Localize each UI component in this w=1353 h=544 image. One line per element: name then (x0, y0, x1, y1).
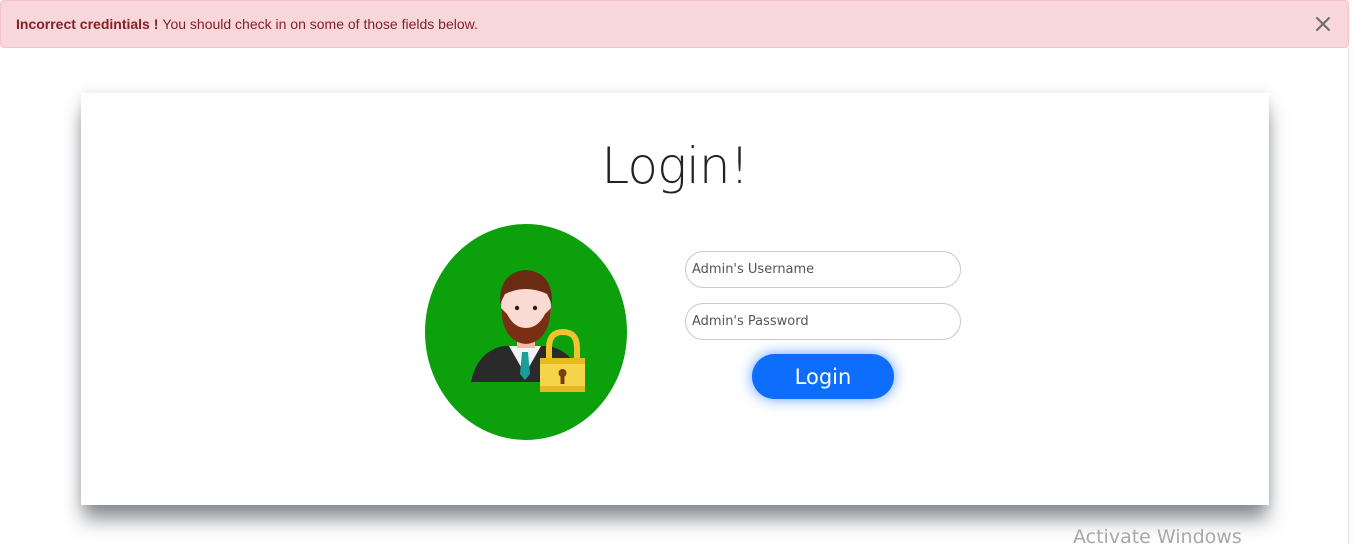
password-input[interactable] (685, 303, 961, 340)
page-title: Login! (601, 137, 749, 195)
page: Incorrect credintials ! You should check… (0, 0, 1353, 544)
login-button[interactable]: Login (752, 354, 894, 399)
page-scrollbar[interactable] (1348, 48, 1353, 544)
alert-message: You should check in on some of those fie… (162, 16, 478, 32)
admin-lock-avatar-icon (425, 224, 627, 440)
os-activation-watermark: Activate Windows (1073, 526, 1242, 544)
login-card: Login! Admin's Username Login (81, 93, 1269, 505)
username-input[interactable] (685, 251, 961, 288)
alert-title: Incorrect credintials ! (16, 16, 159, 32)
error-alert: Incorrect credintials ! You should check… (0, 0, 1349, 48)
close-icon[interactable] (1312, 13, 1334, 35)
